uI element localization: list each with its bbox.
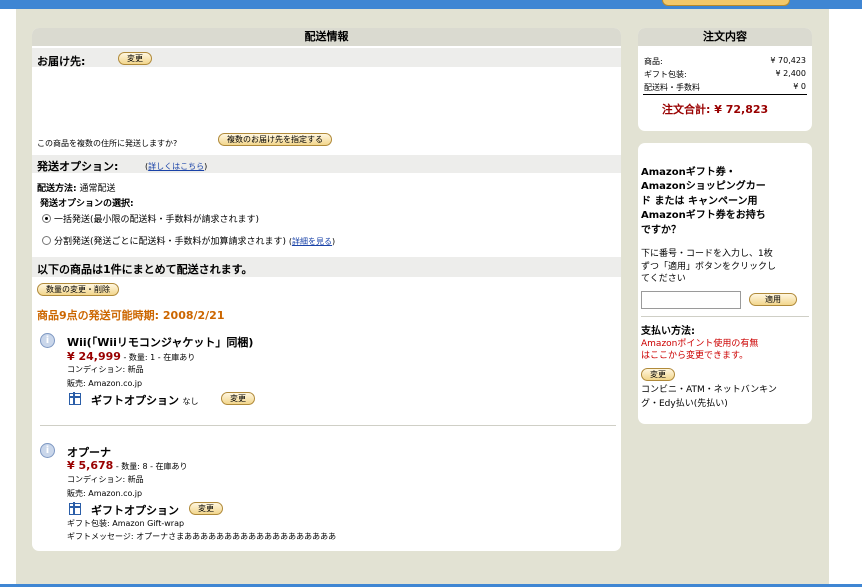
- gift-card-title-line: Amazonギフト券・: [641, 167, 736, 178]
- item1-price: ¥ 24,999: [67, 350, 121, 363]
- payment-change-button[interactable]: 変更: [641, 368, 675, 381]
- item-divider: [40, 425, 616, 426]
- method-label: 配送方法:: [37, 184, 77, 194]
- shipping-fee-label: 配送料・手数料: [644, 83, 700, 92]
- options-band: [32, 155, 621, 173]
- options-link-wrapper: (詳しくはこちら): [145, 162, 208, 171]
- item2-seller: 販売: Amazon.co.jp: [67, 489, 143, 498]
- gift-icon: [69, 502, 81, 515]
- ship-date: 商品9点の発送可能時期: 2008/2/21: [37, 309, 225, 322]
- item1-price-row: ¥ 24,999 - 数量: 1 - 在庫あり: [67, 350, 195, 363]
- gift-card-title: Amazonギフト券・ Amazonショッピングカー ド または キャンペーン用…: [641, 166, 766, 238]
- gift-card-desc: 下に番号・コードを入力し、1枚 ずつ「適用」ボタンをクリックし てください: [641, 248, 776, 286]
- method-value: 通常配送: [79, 184, 116, 194]
- select-label: 発送オプションの選択:: [40, 199, 134, 209]
- payment-method-line: コンビニ・ATM・ネットバンキン: [641, 385, 777, 395]
- payment-notice-line: はここから変更できます。: [641, 351, 749, 361]
- shipping-fee-value: ¥ 0: [793, 82, 806, 91]
- radio-split[interactable]: [42, 236, 51, 245]
- gift-card-title-line: Amazonギフト券をお持ち: [641, 210, 766, 222]
- info-icon: i: [40, 443, 55, 458]
- gift-card-title-line: ですか？: [641, 224, 681, 236]
- item2-gift-label: ギフトオプション: [91, 504, 179, 517]
- items-value: ¥ 70,423: [770, 56, 806, 65]
- payment-method-line: グ・Edy払い(先払い): [641, 399, 728, 409]
- item2-title: オプーナ: [67, 446, 111, 459]
- item1-gift-value: なし: [182, 397, 199, 406]
- change-address-button[interactable]: 変更: [118, 52, 152, 65]
- info-icon: i: [40, 333, 55, 348]
- method-row: 配送方法: 通常配送: [37, 181, 116, 194]
- item2-gift-wrap: ギフト包装: Amazon Gift-wrap: [67, 519, 185, 528]
- multi-address-button[interactable]: 複数のお届け先を指定する: [218, 133, 332, 146]
- item2-qty: - 数量: 8 - 在庫あり: [113, 462, 188, 471]
- item2-price: ¥ 5,678: [67, 459, 114, 472]
- item2-condition: コンディション: 新品: [67, 475, 144, 484]
- option-single-row[interactable]: 一括発送(最小限の配送料・手数料が請求されます): [42, 212, 259, 225]
- item1-seller: 販売: Amazon.co.jp: [67, 379, 143, 388]
- summary-divider: [643, 94, 807, 95]
- gift-card-title-line: Amazonショッピングカー: [641, 181, 766, 193]
- gift-card-divider: [641, 316, 809, 317]
- summary-text: 以下の商品は1件にまとめて配送されます。: [37, 263, 253, 276]
- option-split-row[interactable]: 分割発送(発送ごとに配送料・手数料が加算請求されます) (詳細を見る): [42, 234, 335, 247]
- items-label: 商品:: [644, 57, 663, 66]
- option-single-label: 一括発送(最小限の配送料・手数料が請求されます): [54, 215, 260, 225]
- item1-gift-row: ギフトオプション なし: [91, 392, 199, 408]
- options-link[interactable]: 詳しくはこちら: [148, 162, 204, 171]
- payment-notice: Amazonポイント使用の有無 はここから変更できます。: [641, 338, 758, 362]
- item1-gift-change-button[interactable]: 変更: [221, 392, 255, 405]
- apply-button[interactable]: 適用: [749, 293, 797, 306]
- item2-gift-message: ギフトメッセージ: オプーナさまあああああああああああああああああああ: [67, 532, 337, 541]
- payment-method: コンビニ・ATM・ネットバンキン グ・Edy払い(先払い): [641, 383, 777, 411]
- item1-title: Wii(「Wiiリモコンジャケット」同梱): [67, 336, 254, 349]
- item1-gift-label: ギフトオプション: [91, 394, 179, 407]
- order-total: 注文合計: ¥ 72,823: [662, 103, 769, 116]
- gift-card-desc-line: てください: [641, 274, 686, 284]
- payment-notice-line: Amazonポイント使用の有無: [641, 339, 759, 349]
- split-detail-link[interactable]: 詳細を見る: [292, 237, 332, 246]
- item1-condition: コンディション: 新品: [67, 365, 144, 374]
- item2-price-row: ¥ 5,678 - 数量: 8 - 在庫あり: [67, 459, 188, 472]
- deliver-to-label: お届け先:: [37, 55, 86, 68]
- multi-address-question: この商品を複数の住所に発送しますか?: [37, 139, 178, 148]
- gift-code-input[interactable]: [641, 291, 741, 309]
- options-label: 発送オプション:: [37, 160, 119, 173]
- top-button-edge[interactable]: [662, 0, 790, 6]
- payment-label: 支払い方法:: [641, 326, 695, 337]
- gift-card-title-line: ド または キャンペーン用: [641, 195, 758, 207]
- split-link-wrapper: (詳細を見る): [288, 237, 336, 246]
- shipping-panel: 配送情報: [32, 28, 621, 551]
- qty-change-button[interactable]: 数量の変更・削除: [37, 283, 119, 296]
- gift-card-desc-line: ずつ「適用」ボタンをクリックし: [641, 261, 777, 272]
- wrap-value: ¥ 2,400: [775, 69, 806, 78]
- gift-icon: [69, 392, 81, 405]
- radio-single[interactable]: [42, 214, 51, 223]
- shipping-header: 配送情報: [32, 28, 621, 46]
- item1-qty: - 数量: 1 - 在庫あり: [120, 353, 196, 362]
- order-header: 注文内容: [638, 28, 812, 46]
- wrap-label: ギフト包装:: [644, 70, 687, 79]
- item2-gift-change-button[interactable]: 変更: [189, 502, 223, 515]
- option-split-label: 分割発送(発送ごとに配送料・手数料が加算請求されます): [54, 237, 287, 247]
- gift-card-desc-line: 下に番号・コードを入力し、1枚: [641, 249, 773, 259]
